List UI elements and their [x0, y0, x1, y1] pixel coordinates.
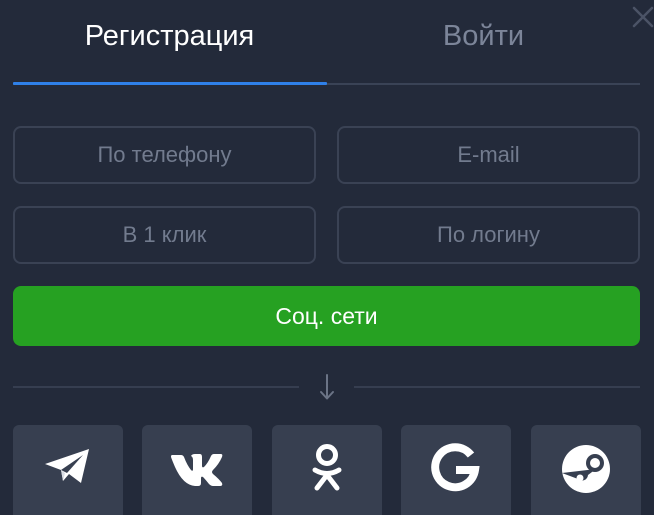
auth-tabs: Регистрация Войти: [13, 0, 640, 86]
register-by-phone-button[interactable]: По телефону: [13, 126, 316, 184]
register-by-phone-label: По телефону: [97, 142, 232, 167]
google-icon: [431, 443, 480, 492]
register-one-click-label: В 1 клик: [122, 222, 207, 247]
active-tab-indicator: [13, 82, 327, 85]
arrow-down-icon: [314, 372, 340, 402]
register-by-email-label: E-mail: [457, 142, 520, 167]
register-social-label: Соц. сети: [275, 302, 378, 329]
register-social-button[interactable]: Соц. сети: [13, 286, 640, 346]
steam-button[interactable]: [531, 425, 641, 515]
vk-button[interactable]: [142, 425, 252, 515]
vk-icon: [171, 454, 223, 486]
divider-left: [13, 386, 299, 388]
register-by-login-button[interactable]: По логину: [337, 206, 640, 264]
tab-login-label: Войти: [442, 19, 525, 52]
odnoklassniki-button[interactable]: [272, 425, 382, 515]
steam-icon: [562, 445, 610, 493]
divider-right: [354, 386, 640, 388]
register-one-click-button[interactable]: В 1 клик: [13, 206, 316, 264]
odnoklassniki-icon: [312, 444, 342, 491]
register-by-login-label: По логину: [437, 222, 540, 247]
google-button[interactable]: [401, 425, 511, 515]
tab-registration[interactable]: Регистрация: [13, 0, 326, 84]
tab-registration-label: Регистрация: [84, 19, 255, 52]
telegram-icon: [45, 449, 89, 483]
telegram-button[interactable]: [13, 425, 123, 515]
tab-login[interactable]: Войти: [327, 0, 640, 84]
register-by-email-button[interactable]: E-mail: [337, 126, 640, 184]
